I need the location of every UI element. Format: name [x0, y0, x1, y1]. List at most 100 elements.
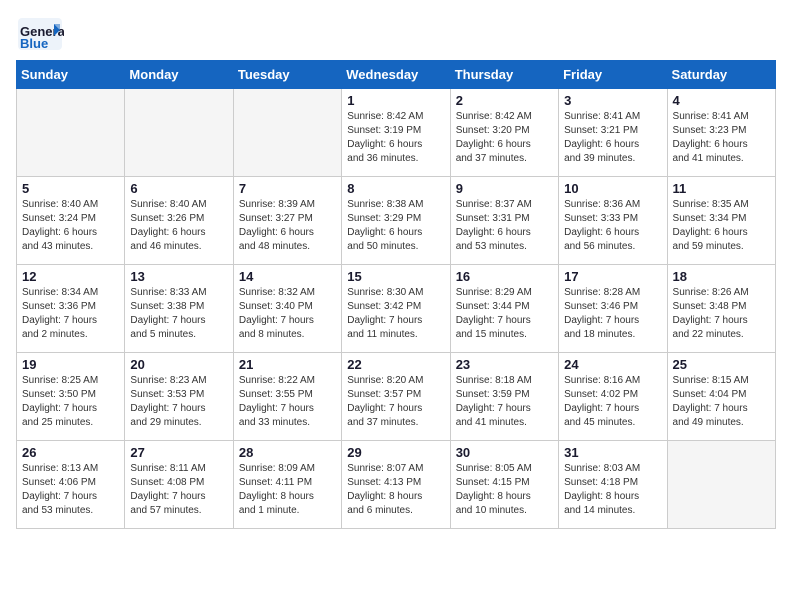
calendar-cell: 21 Sunrise: 8:22 AM Sunset: 3:55 PM Dayli…	[233, 353, 341, 441]
calendar-cell	[17, 89, 125, 177]
day-number: 11	[673, 181, 770, 196]
day-info: Sunrise: 8:33 AM Sunset: 3:38 PM Dayligh…	[130, 286, 227, 342]
calendar-cell: 12 Sunrise: 8:34 AM Sunset: 3:36 PM Dayli…	[17, 265, 125, 353]
calendar-cell: 18 Sunrise: 8:26 AM Sunset: 3:48 PM Dayli…	[667, 265, 775, 353]
weekday-header-wednesday: Wednesday	[342, 61, 450, 89]
logo: General Blue	[16, 16, 64, 52]
day-info: Sunrise: 8:41 AM Sunset: 3:21 PM Dayligh…	[564, 110, 661, 166]
day-info: Sunrise: 8:13 AM Sunset: 4:06 PM Dayligh…	[22, 462, 119, 518]
calendar-cell: 5 Sunrise: 8:40 AM Sunset: 3:24 PM Daylig…	[17, 177, 125, 265]
day-info: Sunrise: 8:22 AM Sunset: 3:55 PM Dayligh…	[239, 374, 336, 430]
day-info: Sunrise: 8:03 AM Sunset: 4:18 PM Dayligh…	[564, 462, 661, 518]
day-number: 5	[22, 181, 119, 196]
day-info: Sunrise: 8:35 AM Sunset: 3:34 PM Dayligh…	[673, 198, 770, 254]
calendar-table: SundayMondayTuesdayWednesdayThursdayFrid…	[16, 60, 776, 529]
calendar-cell: 26Sunrise: 8:13 AM Sunset: 4:06 PM Dayli…	[17, 441, 125, 529]
day-info: Sunrise: 8:34 AM Sunset: 3:36 PM Dayligh…	[22, 286, 119, 342]
calendar-cell: 1Sunrise: 8:42 AM Sunset: 3:19 PM Daylig…	[342, 89, 450, 177]
weekday-header-tuesday: Tuesday	[233, 61, 341, 89]
day-number: 8	[347, 181, 444, 196]
day-info: Sunrise: 8:26 AM Sunset: 3:48 PM Dayligh…	[673, 286, 770, 342]
day-number: 19	[22, 357, 119, 372]
calendar-cell: 29Sunrise: 8:07 AM Sunset: 4:13 PM Dayli…	[342, 441, 450, 529]
calendar-cell: 8 Sunrise: 8:38 AM Sunset: 3:29 PM Daylig…	[342, 177, 450, 265]
day-number: 2	[456, 93, 553, 108]
day-info: Sunrise: 8:42 AM Sunset: 3:19 PM Dayligh…	[347, 110, 444, 166]
day-info: Sunrise: 8:20 AM Sunset: 3:57 PM Dayligh…	[347, 374, 444, 430]
day-info: Sunrise: 8:28 AM Sunset: 3:46 PM Dayligh…	[564, 286, 661, 342]
day-info: Sunrise: 8:39 AM Sunset: 3:27 PM Dayligh…	[239, 198, 336, 254]
calendar-cell: 3 Sunrise: 8:41 AM Sunset: 3:21 PM Daylig…	[559, 89, 667, 177]
day-info: Sunrise: 8:40 AM Sunset: 3:26 PM Dayligh…	[130, 198, 227, 254]
calendar-cell: 22Sunrise: 8:20 AM Sunset: 3:57 PM Dayli…	[342, 353, 450, 441]
calendar-cell: 27 Sunrise: 8:11 AM Sunset: 4:08 PM Dayli…	[125, 441, 233, 529]
weekday-header-monday: Monday	[125, 61, 233, 89]
day-info: Sunrise: 8:37 AM Sunset: 3:31 PM Dayligh…	[456, 198, 553, 254]
calendar-cell: 11 Sunrise: 8:35 AM Sunset: 3:34 PM Dayli…	[667, 177, 775, 265]
calendar-cell: 2 Sunrise: 8:42 AM Sunset: 3:20 PM Daylig…	[450, 89, 558, 177]
calendar-cell: 23 Sunrise: 8:18 AM Sunset: 3:59 PM Dayli…	[450, 353, 558, 441]
calendar-week-1: 1Sunrise: 8:42 AM Sunset: 3:19 PM Daylig…	[17, 89, 776, 177]
weekday-header-sunday: Sunday	[17, 61, 125, 89]
calendar-cell: 20 Sunrise: 8:23 AM Sunset: 3:53 PM Dayli…	[125, 353, 233, 441]
day-number: 24	[564, 357, 661, 372]
svg-text:Blue: Blue	[20, 36, 48, 51]
day-number: 13	[130, 269, 227, 284]
day-info: Sunrise: 8:38 AM Sunset: 3:29 PM Dayligh…	[347, 198, 444, 254]
page-header: General Blue	[16, 16, 776, 52]
calendar-week-4: 19 Sunrise: 8:25 AM Sunset: 3:50 PM Dayli…	[17, 353, 776, 441]
calendar-cell: 10 Sunrise: 8:36 AM Sunset: 3:33 PM Dayli…	[559, 177, 667, 265]
calendar-cell: 7 Sunrise: 8:39 AM Sunset: 3:27 PM Daylig…	[233, 177, 341, 265]
calendar-cell: 9 Sunrise: 8:37 AM Sunset: 3:31 PM Daylig…	[450, 177, 558, 265]
day-number: 16	[456, 269, 553, 284]
day-number: 21	[239, 357, 336, 372]
calendar-cell	[233, 89, 341, 177]
day-number: 23	[456, 357, 553, 372]
calendar-cell: 30 Sunrise: 8:05 AM Sunset: 4:15 PM Dayli…	[450, 441, 558, 529]
day-number: 10	[564, 181, 661, 196]
day-info: Sunrise: 8:25 AM Sunset: 3:50 PM Dayligh…	[22, 374, 119, 430]
calendar-week-5: 26Sunrise: 8:13 AM Sunset: 4:06 PM Dayli…	[17, 441, 776, 529]
day-number: 20	[130, 357, 227, 372]
day-number: 28	[239, 445, 336, 460]
day-number: 3	[564, 93, 661, 108]
day-info: Sunrise: 8:09 AM Sunset: 4:11 PM Dayligh…	[239, 462, 336, 518]
day-number: 30	[456, 445, 553, 460]
day-info: Sunrise: 8:30 AM Sunset: 3:42 PM Dayligh…	[347, 286, 444, 342]
calendar-cell: 28 Sunrise: 8:09 AM Sunset: 4:11 PM Dayli…	[233, 441, 341, 529]
day-number: 29	[347, 445, 444, 460]
day-info: Sunrise: 8:23 AM Sunset: 3:53 PM Dayligh…	[130, 374, 227, 430]
day-number: 15	[347, 269, 444, 284]
logo-icon: General Blue	[16, 16, 64, 52]
day-info: Sunrise: 8:11 AM Sunset: 4:08 PM Dayligh…	[130, 462, 227, 518]
calendar-week-3: 12 Sunrise: 8:34 AM Sunset: 3:36 PM Dayli…	[17, 265, 776, 353]
day-info: Sunrise: 8:32 AM Sunset: 3:40 PM Dayligh…	[239, 286, 336, 342]
day-number: 17	[564, 269, 661, 284]
day-info: Sunrise: 8:15 AM Sunset: 4:04 PM Dayligh…	[673, 374, 770, 430]
day-info: Sunrise: 8:18 AM Sunset: 3:59 PM Dayligh…	[456, 374, 553, 430]
calendar-cell	[125, 89, 233, 177]
calendar-cell: 14 Sunrise: 8:32 AM Sunset: 3:40 PM Dayli…	[233, 265, 341, 353]
day-number: 12	[22, 269, 119, 284]
day-number: 25	[673, 357, 770, 372]
day-number: 18	[673, 269, 770, 284]
calendar-week-2: 5 Sunrise: 8:40 AM Sunset: 3:24 PM Daylig…	[17, 177, 776, 265]
weekday-header-friday: Friday	[559, 61, 667, 89]
weekday-header-saturday: Saturday	[667, 61, 775, 89]
day-number: 14	[239, 269, 336, 284]
calendar-cell: 4 Sunrise: 8:41 AM Sunset: 3:23 PM Daylig…	[667, 89, 775, 177]
day-info: Sunrise: 8:16 AM Sunset: 4:02 PM Dayligh…	[564, 374, 661, 430]
day-info: Sunrise: 8:40 AM Sunset: 3:24 PM Dayligh…	[22, 198, 119, 254]
day-number: 9	[456, 181, 553, 196]
day-info: Sunrise: 8:42 AM Sunset: 3:20 PM Dayligh…	[456, 110, 553, 166]
day-number: 4	[673, 93, 770, 108]
calendar-cell: 24 Sunrise: 8:16 AM Sunset: 4:02 PM Dayli…	[559, 353, 667, 441]
calendar-cell: 31Sunrise: 8:03 AM Sunset: 4:18 PM Dayli…	[559, 441, 667, 529]
day-number: 27	[130, 445, 227, 460]
calendar-cell: 16Sunrise: 8:29 AM Sunset: 3:44 PM Dayli…	[450, 265, 558, 353]
calendar-cell: 6Sunrise: 8:40 AM Sunset: 3:26 PM Daylig…	[125, 177, 233, 265]
day-number: 7	[239, 181, 336, 196]
day-info: Sunrise: 8:05 AM Sunset: 4:15 PM Dayligh…	[456, 462, 553, 518]
day-info: Sunrise: 8:36 AM Sunset: 3:33 PM Dayligh…	[564, 198, 661, 254]
day-info: Sunrise: 8:41 AM Sunset: 3:23 PM Dayligh…	[673, 110, 770, 166]
